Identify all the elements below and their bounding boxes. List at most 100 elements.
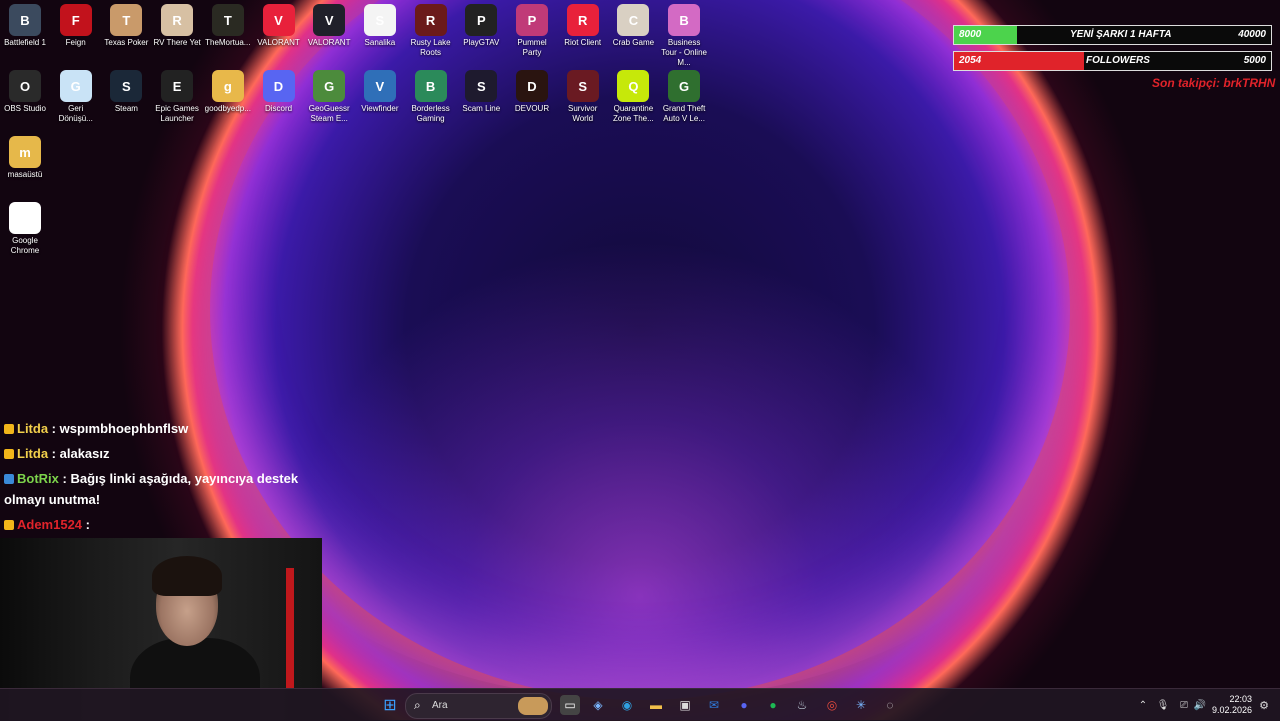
desktop-icon-row2-12[interactable]: Q Quarantine Zone The... <box>608 66 658 124</box>
desktop-icon-row1-2[interactable]: T Texas Poker <box>101 0 151 48</box>
row1-10-icon: P <box>516 4 548 36</box>
desktop-icon-label: RV There Yet <box>153 38 201 47</box>
desktop-icon-row1-4[interactable]: T TheMortua... <box>203 0 253 48</box>
obs-icon[interactable]: ◌ <box>880 695 900 715</box>
desktop-icon-row2-6[interactable]: G GeoGuessr Steam E... <box>304 66 354 124</box>
last-follower-label: Son takipçi: brkTRHN <box>1152 76 1276 90</box>
discord-icon[interactable]: ● <box>734 695 754 715</box>
desktop-icon-label: Quarantine Zone The... <box>613 104 654 123</box>
row1-2-icon: T <box>110 4 143 36</box>
desktop-icon-row2-11[interactable]: S Survivor World <box>558 66 608 124</box>
row2-8-icon: B <box>414 70 447 102</box>
taskbar: ⊞ ⌕ Ara ▭ ◈ ◉ ▬ ▣ ✉ ● ● ♨ ◎ ✳ ◌ ⌃ 🎙 ⎚ 🔊 … <box>0 688 1280 721</box>
row1-5-icon: V <box>262 4 295 36</box>
copilot-icon[interactable]: ◈ <box>588 695 608 715</box>
store-icon[interactable]: ▣ <box>675 695 695 715</box>
desktop-icon-row1-11[interactable]: R Riot Client <box>558 0 608 48</box>
search-box[interactable]: ⌕ Ara <box>405 693 552 719</box>
goal-current: 2054 <box>959 55 982 66</box>
desktop-icon-row1-9[interactable]: P PlayGTAV <box>456 0 506 48</box>
desktop-icon-row1-8[interactable]: R Rusty Lake Roots <box>406 0 456 58</box>
mail-icon[interactable]: ✉ <box>704 695 724 715</box>
desktop-icon-row2-2[interactable]: S Steam <box>101 66 151 114</box>
desktop-icon-label: Texas Poker <box>104 38 149 47</box>
streamer-hair <box>152 556 222 596</box>
desktop-icon-row1-13[interactable]: B Business Tour - Online M... <box>659 0 709 68</box>
steam-icon[interactable]: ♨ <box>792 695 812 715</box>
desktop-icon-row1-1[interactable]: F Feign <box>51 0 101 48</box>
desktop-icon-label: GeoGuessr Steam E... <box>308 104 350 123</box>
chat-message: BotRix : Bağış linki aşağıda, yayıncıya … <box>4 468 320 510</box>
desktop-icon-label: Borderless Gaming <box>411 104 450 123</box>
goal-title: YENİ ŞARKI 1 HAFTA <box>1070 29 1172 40</box>
row2-13-icon: G <box>668 70 701 102</box>
desktop-icon-row1-7[interactable]: S Sanalika <box>355 0 405 48</box>
goal-current: 8000 <box>959 29 982 40</box>
desktop-icon-label: OBS Studio <box>4 104 46 113</box>
clock[interactable]: 22:03 9.02.2026 <box>1208 694 1252 716</box>
clock-time: 22:03 <box>1229 694 1252 704</box>
desktop-icon-row1-6[interactable]: V VALORANT <box>304 0 354 48</box>
notification-icon[interactable]: ⚙ <box>1254 695 1274 715</box>
row1-13-icon: B <box>668 4 701 36</box>
microphone-icon[interactable]: 🎙 <box>1153 695 1173 715</box>
chat-text: wspımbhoephbnflsw <box>59 421 189 436</box>
desktop-icon-row2-7[interactable]: V Viewfinder <box>355 66 405 114</box>
col-1-icon: G <box>9 202 41 234</box>
windows-start-icon[interactable]: ⊞ <box>380 695 400 715</box>
desktop-icon-row2-8[interactable]: B Borderless Gaming <box>406 66 456 124</box>
row1-4-icon: T <box>211 4 244 36</box>
spotify-icon[interactable]: ● <box>763 695 783 715</box>
desktop-icon-label: Google Chrome <box>10 236 40 255</box>
desktop-icon-label: goodbyedp... <box>204 104 251 113</box>
desktop-icon-col-1[interactable]: G Google Chrome <box>0 198 50 256</box>
chat-username: BotRix <box>17 471 59 486</box>
row2-9-icon: S <box>465 70 498 102</box>
desktop-icon-row2-1[interactable]: G Geri Dönüşü... <box>51 66 101 124</box>
desktop-icon-label: Riot Client <box>564 38 602 47</box>
desktop-icon-label: masaüstü <box>7 170 43 179</box>
desktop-icon-row2-4[interactable]: g goodbyedp... <box>203 66 253 114</box>
desktop-icon-row2-9[interactable]: S Scam Line <box>456 66 506 114</box>
desktop-icon-row1-3[interactable]: R RV There Yet <box>152 0 202 48</box>
desktop-icon-row1-5[interactable]: V VALORANT <box>254 0 304 48</box>
desktop-icon-row2-5[interactable]: D Discord <box>254 66 304 114</box>
row2-3-icon: E <box>161 70 194 102</box>
col-0-icon: m <box>9 136 41 168</box>
desktop-icon-label: Pummel Party <box>517 38 547 57</box>
desktop-icon-label: Grand Theft Auto V Le... <box>662 104 706 123</box>
row2-12-icon: Q <box>617 70 650 102</box>
goal-bar-song: 8000 YENİ ŞARKI 1 HAFTA 40000 <box>953 25 1272 45</box>
desktop-icon-label: VALORANT <box>307 38 351 47</box>
task-view-icon[interactable]: ▭ <box>560 695 580 715</box>
chrome-icon[interactable]: ◎ <box>822 695 842 715</box>
file-explorer-icon[interactable]: ▬ <box>646 695 666 715</box>
chat-separator: : <box>48 421 60 436</box>
row1-1-icon: F <box>59 4 92 36</box>
desktop-icon-row1-12[interactable]: C Crab Game <box>608 0 658 48</box>
desktop-icon-row2-13[interactable]: G Grand Theft Auto V Le... <box>659 66 709 124</box>
volume-icon[interactable]: 🔊 <box>1190 695 1210 715</box>
desktop-icon-row2-3[interactable]: E Epic Games Launcher <box>152 66 202 124</box>
row1-11-icon: R <box>566 4 599 36</box>
tray-chevron-icon[interactable]: ⌃ <box>1133 695 1153 715</box>
row2-11-icon: S <box>566 70 599 102</box>
search-placeholder: Ara <box>432 700 448 711</box>
desktop-icon-row2-0[interactable]: O OBS Studio <box>0 66 50 114</box>
desktop-icon-row1-0[interactable]: B Battlefield 1 <box>0 0 50 48</box>
edge-icon[interactable]: ◉ <box>617 695 637 715</box>
desktop-icon-row1-10[interactable]: P Pummel Party <box>507 0 557 58</box>
desktop-icon-label: Survivor World <box>568 104 598 123</box>
desktop-icon-label: Feign <box>65 38 86 47</box>
desktop-icon-label: Battlefield 1 <box>4 38 46 47</box>
app-icon[interactable]: ✳ <box>851 695 871 715</box>
desktop-icon-col-0[interactable]: m masaüstü <box>0 132 50 180</box>
desktop-icon-label: Geri Dönüşü... <box>58 104 93 123</box>
desktop-icon-label: Crab Game <box>612 38 655 47</box>
desktop-icon-label: Sanalika <box>364 38 396 47</box>
desktop-icon-label: VALORANT <box>257 38 300 47</box>
desktop-icon-row2-10[interactable]: D DEVOUR <box>507 66 557 114</box>
chat-message: Adem1524 : <box>4 514 320 535</box>
row1-8-icon: R <box>414 4 447 36</box>
search-icon: ⌕ <box>414 698 421 712</box>
